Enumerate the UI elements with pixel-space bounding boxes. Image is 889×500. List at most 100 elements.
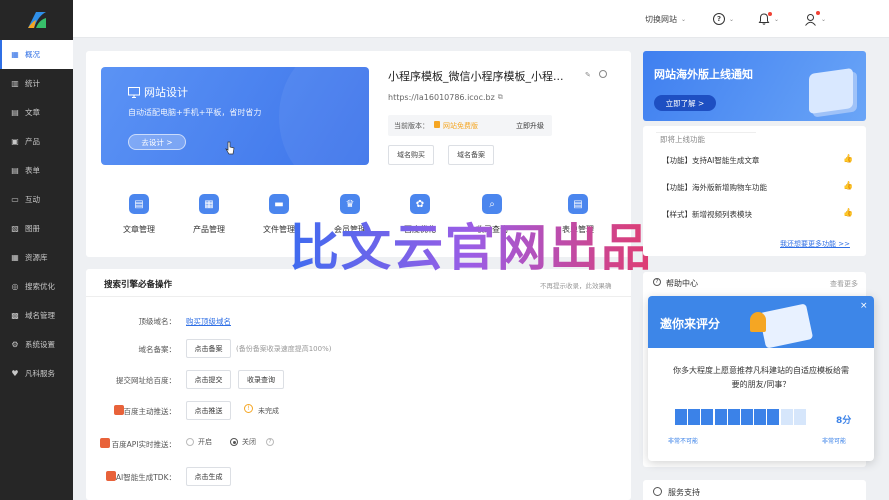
submit-url-button[interactable]: 点击提交 [186, 370, 231, 389]
domain-icon: ▩ [11, 311, 19, 320]
sidebar-item-service[interactable]: ♥ 凡科服务 [0, 359, 73, 388]
sidebar-item-settings[interactable]: ⚙ 系统设置 [0, 330, 73, 359]
product-icon: ▣ [11, 137, 19, 146]
rating-option-10[interactable] [793, 409, 806, 425]
chevron-down-icon: ⌄ [681, 15, 687, 23]
record-note: (备份备案收录速度提高100%) [236, 345, 332, 353]
version-badge-icon [434, 121, 440, 128]
cursor-icon [225, 141, 235, 155]
domain-buy-button[interactable]: 域名购买 [388, 145, 434, 165]
sidebar-item-label: 统计 [25, 79, 40, 88]
seo-title: 搜索引擎必备操作 [104, 280, 173, 290]
user-notification-dot [816, 11, 820, 15]
generate-tdk-button[interactable]: 点击生成 [186, 467, 231, 486]
logo[interactable] [0, 0, 73, 40]
sidebar: ▦ 概况 ▥ 统计 ▤ 文章 ▣ 产品 ▤ 表单 ▭ 互动 ▧ 图册 ▦ 资源库 ◎ 搜索优化 ▩ 域名管理 ⚙ 系统设置… [0, 0, 73, 500]
index-query-button[interactable]: 收录查询 [238, 370, 284, 389]
record-button[interactable]: 点击备案 [186, 339, 231, 358]
buy-top-domain-link[interactable]: 购买顶级域名 [186, 316, 231, 327]
divider [86, 296, 631, 297]
seo-row-label: AI智能生成TDK： [115, 473, 176, 482]
logo-icon [27, 12, 46, 28]
rating-option-6[interactable] [741, 409, 753, 425]
seo-row-label: 百度API实时推送： [111, 440, 176, 449]
more-features-link[interactable]: 我还想要更多功能 >> [780, 239, 850, 249]
domain-record-button[interactable]: 域名备案 [448, 145, 494, 165]
sidebar-item-label: 概况 [25, 50, 40, 59]
rating-option-9[interactable] [780, 409, 793, 425]
close-icon[interactable]: × [860, 301, 868, 311]
seo-row-label: 百度主动推送： [123, 407, 177, 416]
thumbs-up-icon[interactable]: 👍 [843, 181, 853, 190]
sidebar-item-dashboard[interactable]: ▦ 概况 [0, 40, 73, 69]
sidebar-item-album[interactable]: ▧ 图册 [0, 214, 73, 243]
notification-menu[interactable]: ⌄ [758, 0, 779, 38]
promo-title: 网站海外版上线通知 [654, 68, 753, 81]
promo-illustration [809, 67, 853, 115]
link-icon[interactable]: ⧉ [498, 93, 503, 102]
update-item: 【样式】新增视频列表模块 [662, 210, 752, 219]
update-item: 【功能】支持AI智能生成文章 [662, 156, 760, 165]
chevron-down-icon: ⌄ [774, 15, 780, 23]
sidebar-item-chart[interactable]: ▥ 统计 [0, 69, 73, 98]
radio-off[interactable] [230, 438, 238, 446]
article-icon: ▤ [11, 108, 19, 117]
switch-site-button[interactable]: 切换网站 ⌄ [645, 0, 686, 38]
quick-action-article[interactable]: ▤ 文章管理 [109, 194, 169, 235]
service-title: 服务支持 [668, 488, 700, 497]
overseas-promo-banner[interactable]: 网站海外版上线通知 立即了解 > [643, 51, 866, 121]
sidebar-item-product[interactable]: ▣ 产品 [0, 127, 73, 156]
upgrade-link[interactable]: 立即升级 [516, 121, 544, 131]
chevron-down-icon: ⌄ [821, 15, 827, 23]
help-title: 帮助中心 [666, 279, 698, 288]
rating-title: 邀你来评分 [660, 317, 721, 331]
user-menu[interactable]: ⌄ [804, 0, 826, 38]
sidebar-item-search[interactable]: ◎ 搜索优化 [0, 272, 73, 301]
notification-dot [768, 12, 772, 16]
rating-option-7[interactable] [754, 409, 767, 425]
form-icon: ▤ [11, 166, 19, 175]
learn-more-button[interactable]: 立即了解 > [654, 95, 716, 111]
sidebar-item-article[interactable]: ▤ 文章 [0, 98, 73, 127]
radio-on[interactable] [186, 438, 194, 446]
sidebar-item-label: 图册 [25, 224, 40, 233]
chat-icon: ▭ [11, 195, 19, 204]
help-more-link[interactable]: 查看更多 [830, 279, 858, 289]
quick-action-product[interactable]: ▦ 产品管理 [179, 194, 239, 235]
edit-icon[interactable]: ✎ [585, 71, 591, 79]
help-menu[interactable]: ? ⌄ [713, 0, 734, 38]
service-icon: ♥ [11, 369, 19, 378]
rating-question: 你多大程度上愿意推荐凡科建站的自适应模板给需要的朋友/同事？ [673, 366, 849, 389]
quick-action-label: 文章管理 [123, 225, 155, 234]
rating-option-5[interactable] [727, 409, 740, 425]
folder-icon: ▬ [269, 194, 289, 214]
push-button[interactable]: 点击推送 [186, 401, 231, 420]
rating-option-8[interactable] [767, 409, 780, 425]
sidebar-item-form[interactable]: ▤ 表单 [0, 156, 73, 185]
push-status: 未完成 [258, 407, 279, 415]
go-design-button[interactable]: 去设计 > [128, 134, 186, 150]
service-icon [653, 487, 662, 496]
quick-action-label: 产品管理 [193, 225, 225, 234]
sidebar-item-chat[interactable]: ▭ 互动 [0, 185, 73, 214]
sidebar-item-label: 资源库 [25, 253, 48, 262]
thumbs-up-icon[interactable]: 👍 [843, 154, 853, 163]
banner-title: 网站设计 [144, 86, 188, 99]
sidebar-item-resource[interactable]: ▦ 资源库 [0, 243, 73, 272]
sidebar-item-domain[interactable]: ▩ 域名管理 [0, 301, 73, 330]
rating-option-2[interactable] [688, 409, 701, 425]
thumbs-up-icon[interactable]: 👍 [843, 208, 853, 217]
product-icon: ▦ [199, 194, 219, 214]
banner-title-row: 网站设计 [128, 84, 188, 100]
preview-icon[interactable] [599, 70, 607, 78]
chevron-down-icon: ⌄ [729, 15, 735, 23]
rating-option-4[interactable] [714, 409, 727, 425]
resource-icon: ▦ [11, 253, 19, 262]
help-icon[interactable]: ? [266, 438, 274, 446]
rating-option-3[interactable] [701, 409, 714, 425]
seo-dismiss-link[interactable]: 不再提示收录，此效果确 [540, 280, 612, 290]
settings-icon: ⚙ [11, 340, 19, 349]
site-url[interactable]: https://la16010786.icoc.bz [388, 93, 495, 102]
rating-option-1[interactable] [675, 409, 687, 425]
rating-score: 8分 [836, 416, 852, 426]
